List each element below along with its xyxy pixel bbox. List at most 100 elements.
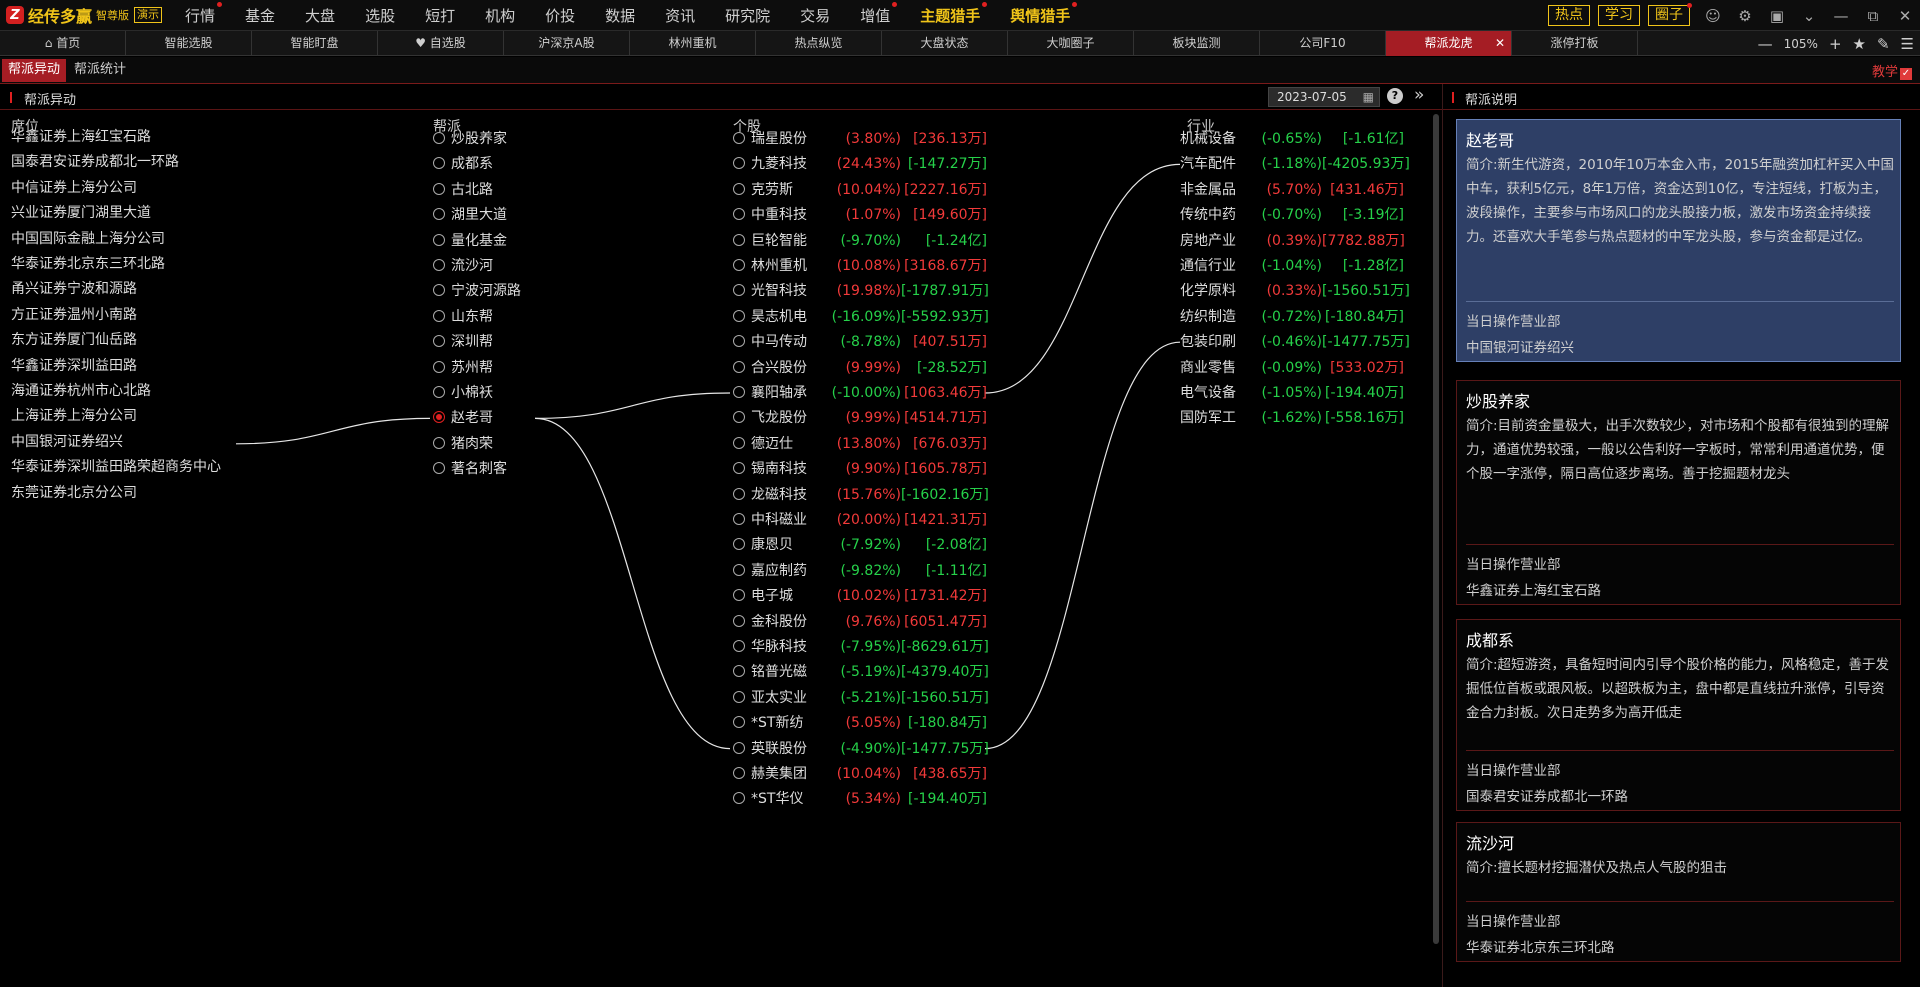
seat-row[interactable]: 上海证券上海分公司 [11,406,137,426]
seat-row[interactable]: 华泰证券深圳益田路荣超商务中心 [11,457,221,477]
radio-icon[interactable] [733,335,745,348]
radio-icon[interactable] [433,284,445,297]
radio-icon[interactable] [733,767,745,779]
radio-icon[interactable] [433,386,445,398]
radio-icon[interactable] [733,208,745,221]
menu-item[interactable]: 行情 [170,1,230,26]
radio-icon[interactable] [433,436,445,449]
stock-row[interactable]: 金科股份 (9.76%) [6051.47万] [733,612,987,632]
radio-icon[interactable] [733,665,745,678]
stock-row[interactable]: 克劳斯 (10.04%) [2227.16万] [733,180,987,200]
stock-row[interactable]: 赫美集团 (10.04%) [438.65万] [733,764,987,784]
gang-row[interactable]: 著名刺客 [433,459,507,479]
stock-row[interactable]: 林州重机 (10.08%) [3168.67万] [733,256,987,276]
gang-row[interactable]: 赵老哥 [433,408,493,428]
layout-icon[interactable]: ▣ [1768,7,1786,25]
stock-row[interactable]: 九菱科技 (24.43%) [-147.27万] [733,154,987,174]
stock-row[interactable]: 巨轮智能 (-9.70%) [-1.24亿] [733,231,987,251]
stock-row[interactable]: 瑞星股份 (3.80%) [236.13万] [733,129,987,149]
radio-icon[interactable] [433,335,445,348]
tab-item[interactable]: 涨停打板 [1512,30,1638,56]
menu-item[interactable]: 选股 [350,5,410,26]
menu-item[interactable]: 研究院 [710,5,785,26]
radio-icon[interactable] [733,487,745,500]
restore-icon[interactable]: ⧉ [1864,7,1882,25]
sub-tab[interactable]: 帮派统计 [68,59,132,82]
radio-icon[interactable] [433,157,445,170]
menu-item[interactable]: 资讯 [650,5,710,26]
tab-item[interactable]: ⌂ 首页 [0,30,126,56]
edit-icon[interactable]: ✎ [1877,35,1890,53]
stock-row[interactable]: 电子城 (10.02%) [1731.42万] [733,586,987,606]
user-icon[interactable]: ☺ [1704,7,1722,25]
gang-row[interactable]: 湖里大道 [433,205,507,225]
radio-icon[interactable] [433,182,445,195]
stock-row[interactable]: 昊志机电 (-16.09%)[-5592.93万] [733,307,989,327]
industry-row[interactable]: 机械设备 (-0.65%) [-1.61亿] [1180,129,1404,149]
radio-icon[interactable] [733,614,745,627]
gang-card[interactable]: 流沙河 简介:擅长题材挖掘潜伏及热点人气股的狙击 当日操作营业部 华泰证券北京东三环北… [1456,822,1901,962]
gang-row[interactable]: 猪肉荣 [433,434,493,454]
radio-icon[interactable] [733,132,745,144]
radio-icon[interactable] [733,589,745,602]
radio-icon[interactable] [433,411,445,424]
stock-row[interactable]: 光智科技 (19.98%)[-1787.91万] [733,281,989,301]
industry-row[interactable]: 商业零售 (-0.09%) [533.02万] [1180,358,1404,378]
seat-row[interactable]: 国泰君安证券成都北一环路 [11,152,179,172]
radio-icon[interactable] [433,462,445,475]
industry-row[interactable]: 化学原料 (0.33%)[-1560.51万] [1180,281,1410,301]
tab-item[interactable]: 林州重机 [630,30,756,56]
menu-item[interactable]: 短打 [410,5,470,26]
radio-icon[interactable] [433,259,445,271]
seat-row[interactable]: 兴业证券厦门湖里大道 [11,203,151,223]
radio-icon[interactable] [733,360,745,373]
seat-row[interactable]: 华鑫证券上海红宝石路 [11,127,151,147]
gang-card[interactable]: 赵老哥 简介:新生代游资，2010年10万本金入市，2015年融资加杠杆买入中国中… [1456,119,1901,362]
seat-row[interactable]: 华泰证券北京东三环北路 [11,254,165,274]
stock-row[interactable]: *ST华仪 (5.34%) [-194.40万] [733,789,987,809]
menu-item[interactable]: 主题猎手 [905,1,995,26]
scrollbar[interactable] [1433,114,1439,944]
seat-row[interactable]: 华鑫证券深圳益田路 [11,356,137,376]
radio-icon[interactable] [733,411,745,424]
menu-item[interactable]: 交易 [785,5,845,26]
radio-icon[interactable] [733,157,745,170]
radio-icon[interactable] [733,690,745,703]
close-tab-icon[interactable]: ✕ [1495,31,1505,55]
seat-row[interactable]: 东方证券厦门仙岳路 [11,330,137,350]
gang-row[interactable]: 深圳帮 [433,332,493,352]
radio-icon[interactable] [433,309,445,322]
zoom-out-icon[interactable]: — [1758,35,1773,53]
stock-row[interactable]: 中科磁业 (20.00%) [1421.31万] [733,510,987,530]
star-icon[interactable]: ★ [1853,35,1866,53]
minimize-icon[interactable]: — [1832,7,1850,25]
industry-row[interactable]: 纺织制造 (-0.72%) [-180.84万] [1180,307,1404,327]
industry-row[interactable]: 房地产业 (0.39%)[7782.88万] [1180,231,1405,251]
stock-row[interactable]: 飞龙股份 (9.99%) [4514.71万] [733,408,987,428]
tab-item[interactable]: 沪深京A股 [504,30,630,56]
tab-item[interactable]: 热点纵览 [756,30,882,56]
radio-icon[interactable] [733,538,745,551]
gang-card[interactable]: 炒股养家 简介:目前资金量极大，出手次数较少，对市场和个股都有很独到的理解力，通道… [1456,380,1901,605]
radio-icon[interactable] [733,386,745,398]
stock-row[interactable]: 锡南科技 (9.90%) [1605.78万] [733,459,987,479]
demo-badge[interactable]: 演示 [134,7,163,23]
top-button[interactable]: 热点 [1548,5,1590,26]
radio-icon[interactable] [733,309,745,322]
seat-row[interactable]: 中信证券上海分公司 [11,178,137,198]
seat-row[interactable]: 方正证券温州小南路 [11,305,137,325]
stock-row[interactable]: 英联股份 (-4.90%)[-1477.75万] [733,739,989,759]
radio-icon[interactable] [733,513,745,525]
gear-icon[interactable]: ⚙ [1736,7,1754,25]
radio-icon[interactable] [733,792,745,805]
close-icon[interactable]: ✕ [1896,7,1914,25]
industry-row[interactable]: 电气设备 (-1.05%) [-194.40万] [1180,383,1404,403]
radio-icon[interactable] [733,182,745,195]
stock-row[interactable]: 嘉应制药 (-9.82%) [-1.11亿] [733,561,987,581]
radio-icon[interactable] [733,563,745,576]
zoom-in-icon[interactable]: + [1829,35,1842,53]
tab-item[interactable]: 公司F10 [1260,30,1386,56]
menu-item[interactable]: 价投 [530,5,590,26]
stock-row[interactable]: *ST新纺 (5.05%) [-180.84万] [733,713,987,733]
gang-row[interactable]: 苏州帮 [433,358,493,378]
